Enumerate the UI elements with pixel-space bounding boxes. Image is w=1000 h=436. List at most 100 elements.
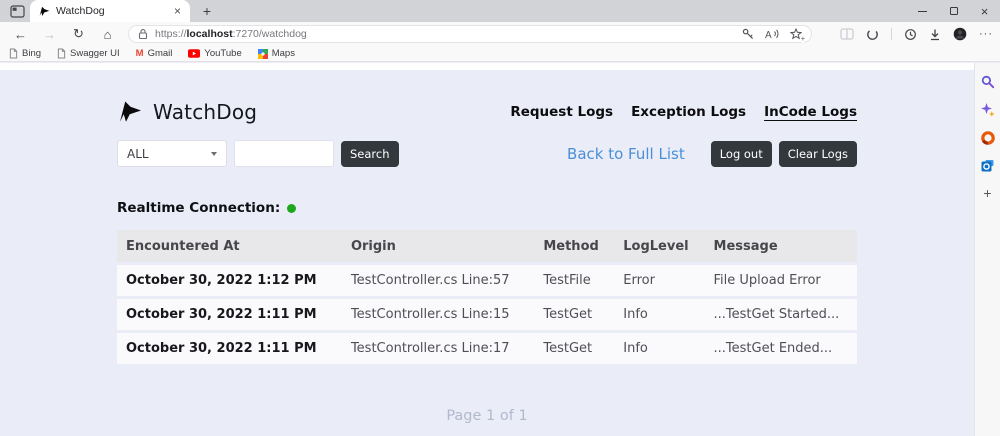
- bookmark-label: Bing: [22, 48, 41, 59]
- bookmark-gmail[interactable]: M Gmail: [136, 48, 173, 59]
- browser-tab-watchdog[interactable]: WatchDog ×: [30, 0, 190, 22]
- back-to-full-list-link[interactable]: Back to Full List: [567, 145, 685, 163]
- downloads-icon[interactable]: [929, 28, 941, 41]
- outlook-icon[interactable]: [981, 159, 994, 172]
- window-close-button[interactable]: ×: [969, 0, 1000, 22]
- page-title: WatchDog: [153, 100, 257, 124]
- bookmark-youtube[interactable]: YouTube: [188, 48, 241, 59]
- clear-logs-button[interactable]: Clear Logs: [779, 141, 857, 167]
- bookmarks-bar: Bing Swagger UI M Gmail YouTube Maps: [0, 46, 1000, 62]
- nav-incode-logs[interactable]: InCode Logs: [764, 104, 857, 120]
- realtime-label: Realtime Connection:: [117, 200, 280, 216]
- refresh-button[interactable]: ↻: [64, 26, 93, 42]
- cell-origin: TestController.cs Line:57: [342, 273, 534, 288]
- address-bar[interactable]: https://localhost:7270/watchdog A +: [128, 25, 812, 43]
- bookmark-label: Swagger UI: [70, 48, 120, 59]
- tab-close-icon[interactable]: ×: [174, 5, 181, 17]
- forward-button[interactable]: →: [35, 27, 64, 42]
- search-input[interactable]: [234, 140, 334, 167]
- copilot-sparkle-icon[interactable]: [981, 103, 995, 117]
- maps-icon: [258, 49, 268, 59]
- bookmark-label: Gmail: [148, 48, 173, 59]
- new-tab-button[interactable]: +: [198, 2, 216, 20]
- add-favorite-button[interactable]: +: [790, 28, 802, 40]
- toolbar-nav-buttons: ← → ↻ ⌂: [6, 22, 122, 46]
- cell-method: TestFile: [534, 273, 614, 288]
- url-scheme: https://: [155, 28, 187, 40]
- page-header-row: WatchDog Request Logs Exception Logs InC…: [117, 100, 857, 124]
- session-controls: Back to Full List Log out Clear Logs: [567, 141, 857, 167]
- watchdog-logo-icon: [117, 100, 144, 124]
- filter-form: ALL Search: [117, 140, 399, 167]
- cell-origin: TestController.cs Line:17: [342, 341, 534, 356]
- office-icon[interactable]: [981, 131, 995, 145]
- tab-actions-menu-button[interactable]: [7, 3, 27, 19]
- watchdog-favicon: [39, 6, 50, 17]
- page-icon: [57, 48, 66, 59]
- cell-encountered-at: October 30, 2022 1:12 PM: [117, 273, 342, 288]
- col-header-loglevel: LogLevel: [614, 239, 704, 254]
- col-header-method: Method: [534, 239, 614, 254]
- toolbar-right-icons: ···: [840, 22, 993, 46]
- address-bar-icons: A +: [742, 28, 802, 40]
- edge-sidebar: +: [974, 63, 1000, 436]
- home-button[interactable]: ⌂: [93, 27, 122, 42]
- url-path: :7270/watchdog: [233, 28, 307, 40]
- cell-loglevel: Error: [614, 273, 704, 288]
- col-header-message: Message: [705, 239, 857, 254]
- watchdog-page: WatchDog Request Logs Exception Logs InC…: [0, 63, 974, 436]
- loglevel-select[interactable]: ALL: [117, 140, 227, 167]
- history-icon[interactable]: [904, 28, 917, 41]
- password-key-icon[interactable]: [742, 28, 754, 40]
- col-header-origin: Origin: [342, 239, 534, 254]
- cell-origin: TestController.cs Line:15: [342, 307, 534, 322]
- settings-menu-button[interactable]: ···: [979, 28, 993, 40]
- tab-title: WatchDog: [56, 5, 174, 17]
- tab-actions-icon: [10, 5, 25, 18]
- bookmark-bing[interactable]: Bing: [9, 48, 41, 59]
- toolbar-divider: [891, 28, 892, 40]
- bookmark-label: YouTube: [204, 48, 241, 59]
- cell-message: ...TestGet Ended...: [705, 341, 857, 356]
- nav-request-logs[interactable]: Request Logs: [510, 104, 613, 120]
- cell-loglevel: Info: [614, 307, 704, 322]
- logout-button[interactable]: Log out: [711, 141, 772, 167]
- gmail-icon: M: [136, 49, 144, 59]
- cell-message: ...TestGet Started...: [705, 307, 857, 322]
- cell-loglevel: Info: [614, 341, 704, 356]
- read-aloud-icon[interactable]: A: [765, 28, 779, 40]
- cell-method: TestGet: [534, 307, 614, 322]
- table-row: October 30, 2022 1:11 PM TestController.…: [117, 299, 857, 330]
- copilot-icon[interactable]: [866, 28, 879, 41]
- watchdog-content: WatchDog Request Logs Exception Logs InC…: [117, 100, 857, 424]
- favorite-plus-icon: +: [801, 37, 805, 43]
- bookmark-label: Maps: [272, 48, 295, 59]
- loglevel-select-value: ALL: [127, 147, 149, 161]
- bookmark-swagger-ui[interactable]: Swagger UI: [57, 48, 120, 59]
- browser-titlebar: WatchDog × + ×: [0, 0, 1000, 22]
- page-icon: [9, 48, 18, 59]
- lock-icon: [138, 28, 148, 40]
- window-maximize-button[interactable]: [938, 0, 969, 22]
- split-screen-icon[interactable]: [840, 28, 854, 40]
- cell-message: File Upload Error: [705, 273, 857, 288]
- add-icon[interactable]: +: [983, 186, 991, 200]
- cell-encountered-at: October 30, 2022 1:11 PM: [117, 307, 342, 322]
- controls-row: ALL Search Back to Full List Log out Cle…: [117, 140, 857, 167]
- search-icon[interactable]: [981, 75, 995, 89]
- table-header-row: Encountered At Origin Method LogLevel Me…: [117, 230, 857, 262]
- log-type-nav: Request Logs Exception Logs InCode Logs: [510, 104, 857, 120]
- search-button[interactable]: Search: [341, 141, 399, 167]
- pagination-label: Page 1 of 1: [117, 408, 857, 424]
- url-text: https://localhost:7270/watchdog: [155, 28, 742, 40]
- url-host: localhost: [187, 28, 233, 40]
- cell-encountered-at: October 30, 2022 1:11 PM: [117, 341, 342, 356]
- browser-window: { "browser": { "tab_strip": { "tab_title…: [0, 0, 1000, 436]
- window-minimize-button[interactable]: [907, 0, 938, 22]
- profile-avatar[interactable]: [953, 27, 967, 41]
- back-button[interactable]: ←: [6, 27, 35, 42]
- nav-exception-logs[interactable]: Exception Logs: [631, 104, 746, 120]
- bookmark-maps[interactable]: Maps: [258, 48, 295, 59]
- chevron-down-icon: [211, 152, 217, 156]
- browser-toolbar: ← → ↻ ⌂ https://localhost:7270/watchdog …: [0, 22, 1000, 46]
